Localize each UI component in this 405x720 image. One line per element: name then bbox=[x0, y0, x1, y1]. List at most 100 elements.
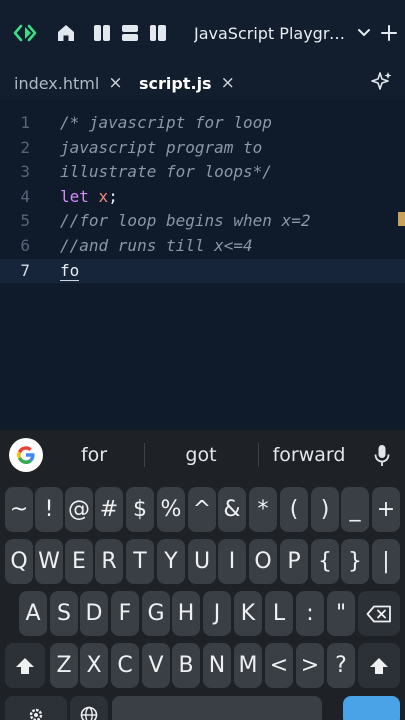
layout-split-vertical-icon[interactable] bbox=[87, 18, 117, 48]
sparkle-ai-icon[interactable] bbox=[367, 67, 397, 97]
key-symbol[interactable]: @ bbox=[65, 487, 93, 532]
layout-sidebar-icon[interactable] bbox=[143, 18, 173, 48]
key-letter[interactable]: C bbox=[111, 643, 139, 688]
key-letter[interactable]: S bbox=[50, 591, 78, 636]
key-letter[interactable]: T bbox=[126, 539, 154, 584]
tab-script-js[interactable]: script.js × bbox=[139, 66, 235, 100]
key-letter[interactable]: K bbox=[234, 591, 262, 636]
layout-split-horizontal-icon[interactable] bbox=[115, 18, 145, 48]
key-symbol[interactable]: ! bbox=[35, 487, 63, 532]
punctuation-token: ; bbox=[108, 186, 118, 206]
suggestion-divider bbox=[258, 443, 259, 467]
globe-icon bbox=[80, 706, 98, 720]
backspace-key[interactable] bbox=[358, 591, 400, 636]
plus-icon[interactable] bbox=[374, 18, 404, 48]
backspace-icon bbox=[366, 605, 391, 622]
key-letter[interactable]: P bbox=[280, 539, 308, 584]
key-symbol[interactable]: + bbox=[372, 487, 400, 532]
line-number: 4 bbox=[20, 186, 30, 206]
code-line[interactable]: 4 let x; bbox=[0, 185, 405, 210]
line-number: 2 bbox=[20, 137, 30, 157]
key-symbol[interactable]: " bbox=[327, 591, 355, 636]
variable-token: x bbox=[98, 186, 109, 206]
key-symbol[interactable]: # bbox=[95, 487, 123, 532]
code-text: illustrate for loops*/ bbox=[60, 162, 272, 182]
key-symbol[interactable]: < bbox=[265, 643, 293, 688]
key-letter[interactable]: U bbox=[188, 539, 216, 584]
key-letter[interactable]: V bbox=[142, 643, 170, 688]
typed-text: fo bbox=[60, 260, 80, 281]
key-symbol[interactable]: > bbox=[296, 643, 324, 688]
shift-icon bbox=[370, 657, 388, 674]
code-text: //for loop begins when x=2 bbox=[60, 211, 311, 231]
key-letter[interactable]: Q bbox=[5, 539, 33, 584]
key-letter[interactable]: L bbox=[265, 591, 293, 636]
key-letter[interactable]: I bbox=[218, 539, 246, 584]
shift-key-left[interactable] bbox=[5, 643, 45, 688]
tab-index-html[interactable]: index.html × bbox=[14, 66, 123, 100]
key-symbol[interactable]: ^ bbox=[188, 487, 216, 532]
key-letter[interactable]: D bbox=[80, 591, 108, 636]
key-symbol[interactable]: ) bbox=[311, 487, 339, 532]
scroll-marker bbox=[398, 212, 405, 226]
code-logo-icon[interactable] bbox=[10, 18, 40, 48]
enter-key[interactable] bbox=[343, 696, 400, 720]
home-icon[interactable] bbox=[51, 18, 81, 48]
shift-icon bbox=[16, 657, 34, 674]
spacebar-key[interactable] bbox=[112, 696, 322, 720]
key-letter[interactable]: N bbox=[203, 643, 231, 688]
code-line-current[interactable]: 7 fo bbox=[0, 258, 405, 284]
key-symbol[interactable]: $ bbox=[126, 487, 154, 532]
key-symbol[interactable]: ~ bbox=[5, 487, 33, 532]
key-symbol[interactable]: _ bbox=[341, 487, 369, 532]
code-line[interactable]: 1 /* javascript for loop bbox=[0, 111, 405, 136]
code-line[interactable]: 3 illustrate for loops*/ bbox=[0, 160, 405, 185]
project-title[interactable]: JavaScript Playgro... bbox=[194, 24, 352, 43]
key-letter[interactable]: W bbox=[35, 539, 63, 584]
key-symbol[interactable]: * bbox=[249, 487, 277, 532]
line-number: 3 bbox=[20, 162, 30, 182]
key-letter[interactable]: F bbox=[111, 591, 139, 636]
key-letter[interactable]: A bbox=[19, 591, 47, 636]
key-symbol[interactable]: : bbox=[296, 591, 324, 636]
line-number: 7 bbox=[20, 260, 30, 280]
line-number: 5 bbox=[20, 211, 30, 231]
key-letter[interactable]: M bbox=[234, 643, 262, 688]
key-letter[interactable]: O bbox=[249, 539, 277, 584]
suggestion-item[interactable]: forward bbox=[262, 430, 356, 480]
close-icon[interactable]: × bbox=[108, 73, 122, 93]
code-editor[interactable]: 1 /* javascript for loop 2 javascript pr… bbox=[0, 100, 405, 430]
suggestion-item[interactable]: for bbox=[48, 430, 140, 480]
key-letter[interactable]: B bbox=[172, 643, 200, 688]
key-symbol[interactable]: { bbox=[311, 539, 339, 584]
key-symbol[interactable]: % bbox=[157, 487, 185, 532]
key-symbol[interactable]: ( bbox=[280, 487, 308, 532]
key-letter[interactable]: Y bbox=[157, 539, 185, 584]
top-toolbar: JavaScript Playgro... bbox=[0, 0, 405, 66]
code-line[interactable]: 6 //and runs till x<=4 bbox=[0, 234, 405, 259]
key-letter[interactable]: R bbox=[95, 539, 123, 584]
key-letter[interactable]: H bbox=[172, 591, 200, 636]
soft-keyboard: for got forward ~ ! @ # $ % ^ & * ( ) _ … bbox=[0, 430, 405, 720]
key-symbol[interactable]: ? bbox=[327, 643, 355, 688]
key-symbol[interactable]: | bbox=[372, 539, 400, 584]
key-letter[interactable]: J bbox=[203, 591, 231, 636]
tab-label: script.js bbox=[139, 73, 212, 93]
key-symbol[interactable]: } bbox=[341, 539, 369, 584]
key-letter[interactable]: Z bbox=[50, 643, 78, 688]
key-symbol[interactable]: & bbox=[218, 487, 246, 532]
microphone-icon[interactable] bbox=[368, 442, 396, 470]
key-letter[interactable]: G bbox=[142, 591, 170, 636]
code-line[interactable]: 2 javascript program to bbox=[0, 136, 405, 161]
language-key[interactable] bbox=[70, 696, 108, 720]
shift-key-right[interactable] bbox=[358, 643, 400, 688]
settings-key[interactable] bbox=[5, 696, 67, 720]
key-letter[interactable]: E bbox=[65, 539, 93, 584]
key-letter[interactable]: X bbox=[80, 643, 108, 688]
google-logo-icon[interactable] bbox=[9, 438, 43, 472]
code-line[interactable]: 5 //for loop begins when x=2 bbox=[0, 209, 405, 234]
tab-label: index.html bbox=[14, 73, 100, 93]
close-icon[interactable]: × bbox=[221, 73, 235, 93]
line-number: 1 bbox=[20, 113, 30, 132]
suggestion-item[interactable]: got bbox=[150, 430, 252, 480]
